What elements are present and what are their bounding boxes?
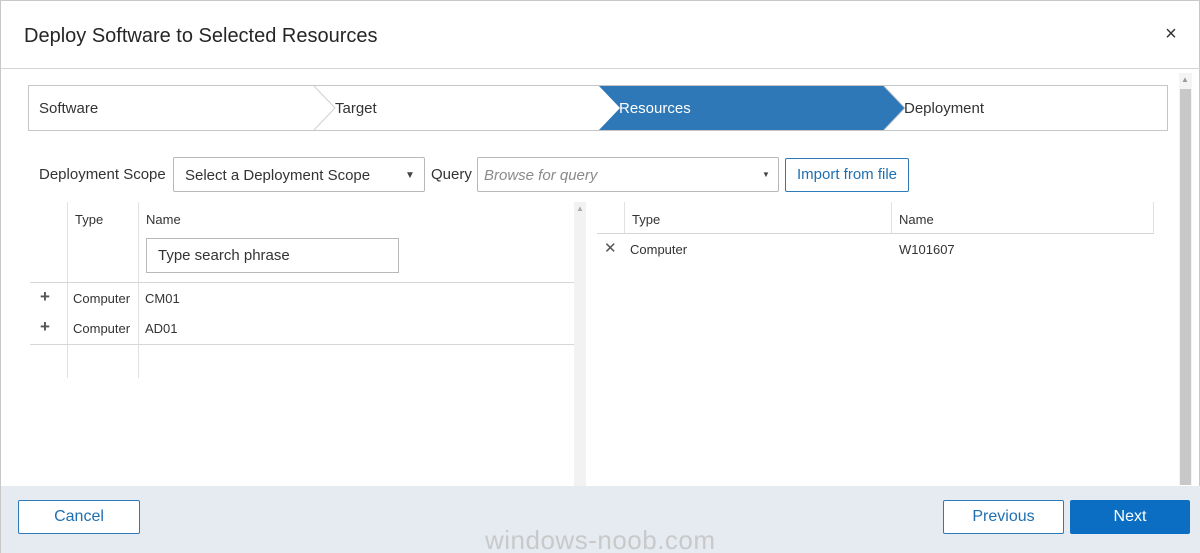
row-type: Computer xyxy=(630,242,688,257)
next-button[interactable]: Next xyxy=(1070,500,1190,534)
grid-column-divider xyxy=(891,202,892,233)
grid-rows-divider xyxy=(30,344,574,345)
remove-icon[interactable]: ✕ xyxy=(604,241,617,256)
deployment-scope-value: Select a Deployment Scope xyxy=(185,167,371,184)
grid-header-divider xyxy=(597,233,1154,234)
dropdown-caret-icon: ▼ xyxy=(762,170,770,179)
available-grid-scrollbar[interactable]: ▲ xyxy=(574,202,586,486)
wizard-steps: Software Target Resources Deployment xyxy=(28,85,1168,131)
deployment-scope-label: Deployment Scope xyxy=(39,166,166,183)
step-resources[interactable]: Resources xyxy=(619,100,691,117)
cancel-button[interactable]: Cancel xyxy=(18,500,140,534)
dropdown-caret-icon: ▼ xyxy=(405,170,415,181)
watermark-text: windows-noob.com xyxy=(485,525,716,553)
grid-column-divider xyxy=(138,202,139,378)
dialog-header: Deploy Software to Selected Resources × xyxy=(1,1,1200,69)
row-type: Computer xyxy=(73,291,131,306)
query-placeholder: Browse for query xyxy=(484,167,598,184)
close-icon[interactable]: × xyxy=(1161,23,1181,45)
query-label: Query xyxy=(431,166,472,183)
scroll-up-icon[interactable]: ▲ xyxy=(576,204,584,213)
row-name: W101607 xyxy=(899,242,955,257)
step-target[interactable]: Target xyxy=(335,100,377,117)
previous-button[interactable]: Previous xyxy=(943,500,1064,534)
grid-column-divider xyxy=(1153,202,1154,233)
scroll-up-icon[interactable]: ▲ xyxy=(1181,75,1189,84)
available-column-type[interactable]: Type xyxy=(75,212,103,227)
deployment-scope-select[interactable]: Select a Deployment Scope ▼ xyxy=(173,157,425,192)
scrollbar-thumb[interactable] xyxy=(1180,89,1191,485)
dialog-scrollbar[interactable]: ▲ xyxy=(1179,73,1192,485)
row-name: CM01 xyxy=(145,291,180,306)
step-deployment[interactable]: Deployment xyxy=(904,100,984,117)
selected-column-name[interactable]: Name xyxy=(899,212,934,227)
plus-icon[interactable]: + xyxy=(40,318,50,335)
grid-header-divider xyxy=(30,282,574,283)
row-type: Computer xyxy=(73,321,131,336)
query-select[interactable]: Browse for query ▼ xyxy=(477,157,779,192)
wizard-steps-shapes xyxy=(313,86,906,130)
import-from-file-button[interactable]: Import from file xyxy=(785,158,909,192)
grid-column-divider xyxy=(67,202,68,378)
plus-icon[interactable]: + xyxy=(40,288,50,305)
dialog-title: Deploy Software to Selected Resources xyxy=(24,25,378,47)
selected-column-type[interactable]: Type xyxy=(632,212,660,227)
search-input[interactable] xyxy=(146,238,399,273)
row-name: AD01 xyxy=(145,321,178,336)
deploy-software-dialog: Deploy Software to Selected Resources × … xyxy=(0,0,1200,553)
grid-column-divider xyxy=(624,202,625,233)
step-software[interactable]: Software xyxy=(39,100,98,117)
available-column-name[interactable]: Name xyxy=(146,212,181,227)
step-divider-1 xyxy=(313,86,336,130)
